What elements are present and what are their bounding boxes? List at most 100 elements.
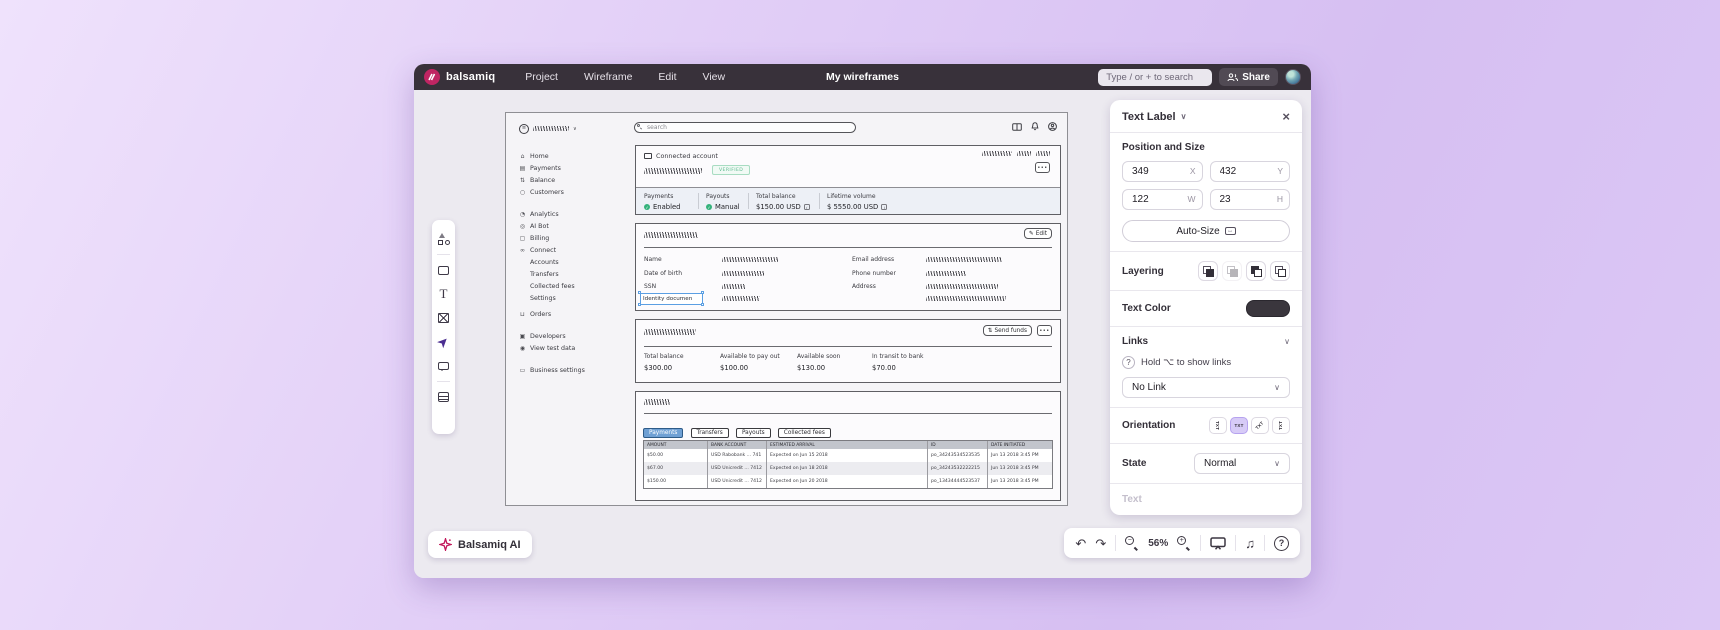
- send-to-back-button[interactable]: [1270, 261, 1290, 281]
- field-label: SSN: [644, 283, 657, 290]
- menu-view[interactable]: View: [703, 71, 726, 83]
- share-button[interactable]: Share: [1219, 68, 1278, 86]
- global-search-input[interactable]: [1098, 68, 1213, 86]
- mock-nav-home[interactable]: ⌂ Home: [519, 150, 624, 162]
- selected-text-label[interactable]: Identity documen: [640, 293, 703, 305]
- workspace-canvas[interactable]: T ➤ ≡ ∨ ⌂Home: [414, 90, 1311, 578]
- menu-project[interactable]: Project: [525, 71, 558, 83]
- undo-button[interactable]: ↶: [1075, 537, 1086, 550]
- mock-nav-payments[interactable]: ▤ Payments: [519, 162, 624, 174]
- ai-bot-icon: ◎: [519, 222, 526, 230]
- text-color-swatch[interactable]: [1246, 300, 1290, 317]
- redo-button[interactable]: ↷: [1095, 537, 1106, 550]
- close-icon[interactable]: ×: [1282, 110, 1290, 123]
- placeholder-squiggle: [1036, 151, 1050, 156]
- auto-size-button[interactable]: Auto-Size ↔: [1122, 220, 1290, 242]
- mock-nav-analytics[interactable]: ◔ Analytics: [519, 208, 624, 220]
- mock-search-input[interactable]: [634, 122, 856, 133]
- zoom-out-button[interactable]: −: [1125, 536, 1139, 551]
- selection-handle[interactable]: [638, 303, 641, 306]
- table-row[interactable]: $67.00 USD Unicredit ... 7412 Expected o…: [644, 462, 1052, 475]
- mock-nav-transfers[interactable]: Transfers: [519, 268, 624, 280]
- table-row[interactable]: $150.00 USD Unicredit ... 7412 Expected …: [644, 475, 1052, 488]
- more-options-button[interactable]: •••: [1035, 162, 1050, 173]
- table-row[interactable]: $50.00 USD Rabobank ... 741 Expected on …: [644, 449, 1052, 462]
- edit-button[interactable]: ✎ Edit: [1023, 228, 1052, 239]
- balsamiq-ai-button[interactable]: Balsamiq AI: [428, 531, 532, 558]
- balsamiq-logo-icon[interactable]: [424, 69, 440, 85]
- bring-forward-button[interactable]: [1222, 261, 1242, 281]
- mock-nav-connect[interactable]: ∞ Connect: [519, 244, 624, 256]
- mock-nav-customers[interactable]: ○ Customers: [519, 186, 624, 198]
- mock-nav-billing[interactable]: ▢ Billing: [519, 232, 624, 244]
- send-backward-button[interactable]: [1246, 261, 1266, 281]
- tab-collected-fees[interactable]: Collected fees: [777, 428, 831, 438]
- eye-icon: ◉: [519, 344, 526, 352]
- mock-nav-ai-bot[interactable]: ◎ AI Bot: [519, 220, 624, 232]
- tool-panel: T ➤: [432, 220, 455, 434]
- mock-nav-orders[interactable]: ⊔ Orders: [519, 308, 624, 320]
- share-label: Share: [1242, 71, 1270, 83]
- arrow-icon: ➤: [434, 333, 453, 351]
- payments-table-card[interactable]: Payments Transfers Payouts Collected fee…: [635, 391, 1061, 501]
- wireframe-sheet[interactable]: ≡ ∨ ⌂Home ▤Payments ⇅Balance ○Customers …: [505, 112, 1068, 506]
- mock-nav-balance[interactable]: ⇅ Balance: [519, 174, 624, 186]
- state-select[interactable]: Normal ∨: [1194, 453, 1290, 474]
- account-icon[interactable]: [1048, 122, 1057, 131]
- selection-handle[interactable]: [701, 291, 704, 294]
- user-avatar[interactable]: [1285, 69, 1301, 85]
- w-suffix: W: [1187, 194, 1196, 204]
- selection-handle[interactable]: [701, 303, 704, 306]
- mock-nav-accounts[interactable]: Accounts: [519, 256, 624, 268]
- mock-nav-view-test-data[interactable]: ◉ View test data: [519, 342, 624, 354]
- data-grid-tool[interactable]: [432, 385, 455, 409]
- arrow-tool[interactable]: ➤: [432, 330, 455, 354]
- info-icon[interactable]: i: [881, 204, 888, 210]
- ui-library-tool[interactable]: [432, 227, 455, 251]
- image-tool[interactable]: [432, 306, 455, 330]
- zoom-level[interactable]: 56%: [1148, 538, 1168, 549]
- presentation-button[interactable]: [1210, 536, 1226, 550]
- menu-edit[interactable]: Edit: [658, 71, 676, 83]
- music-button[interactable]: ♫: [1245, 537, 1255, 550]
- tab-payments[interactable]: Payments: [643, 428, 684, 438]
- payouts-table[interactable]: AMOUNT BANK ACCOUNT ESTIMATED ARRIVAL ID…: [643, 440, 1053, 489]
- help-icon[interactable]: ?: [1122, 356, 1135, 369]
- balance-card[interactable]: ⇅ Send funds ••• Total balance $300.00 Av…: [635, 319, 1061, 383]
- more-options-button[interactable]: •••: [1037, 325, 1052, 336]
- orientation-diagonal-button[interactable]: TXT: [1251, 417, 1269, 434]
- chevron-down-icon[interactable]: ∨: [1284, 337, 1290, 346]
- connected-account-card[interactable]: Connected account ••• VERIFIED Payments …: [635, 145, 1061, 215]
- mock-nav-business-settings[interactable]: ▭ Business settings: [519, 364, 624, 376]
- info-icon[interactable]: i: [803, 204, 810, 210]
- orientation-vertical-up-button[interactable]: TXT: [1272, 417, 1290, 434]
- menu-wireframe[interactable]: Wireframe: [584, 71, 632, 83]
- titlebar-right: Share: [1098, 68, 1301, 86]
- help-button[interactable]: ?: [1274, 535, 1289, 551]
- mock-logo-icon[interactable]: ≡: [519, 123, 529, 134]
- text-tool[interactable]: T: [432, 282, 455, 306]
- mock-nav-developers[interactable]: ▣ Developers: [519, 330, 624, 342]
- selection-handle[interactable]: [638, 291, 641, 294]
- mock-nav-settings[interactable]: Settings: [519, 292, 624, 304]
- orientation-horizontal-button[interactable]: TXT: [1230, 417, 1248, 434]
- comment-tool[interactable]: [432, 354, 455, 378]
- link-select[interactable]: No Link ∨: [1122, 377, 1290, 398]
- tab-transfers[interactable]: Transfers: [690, 428, 729, 438]
- tab-payouts[interactable]: Payouts: [735, 428, 771, 438]
- chevron-down-icon[interactable]: ∨: [1181, 112, 1187, 121]
- comment-icon: [438, 362, 449, 371]
- stat-label: Total balance: [644, 353, 684, 360]
- columns-icon[interactable]: [1012, 122, 1022, 131]
- bell-icon[interactable]: [1031, 122, 1039, 131]
- send-funds-button[interactable]: ⇅ Send funds: [982, 325, 1032, 336]
- home-icon: ⌂: [520, 152, 525, 160]
- chevron-down-icon[interactable]: ∨: [573, 126, 577, 132]
- mock-nav-collected-fees[interactable]: Collected fees: [519, 280, 624, 292]
- rectangle-tool[interactable]: [432, 258, 455, 282]
- x-suffix: X: [1189, 166, 1196, 176]
- orientation-vertical-button[interactable]: TXT: [1209, 417, 1227, 434]
- zoom-in-button[interactable]: +: [1177, 536, 1191, 551]
- profile-card[interactable]: ✎ Edit Name Date of birth SSN Identity do…: [635, 223, 1061, 311]
- bring-to-front-button[interactable]: [1198, 261, 1218, 281]
